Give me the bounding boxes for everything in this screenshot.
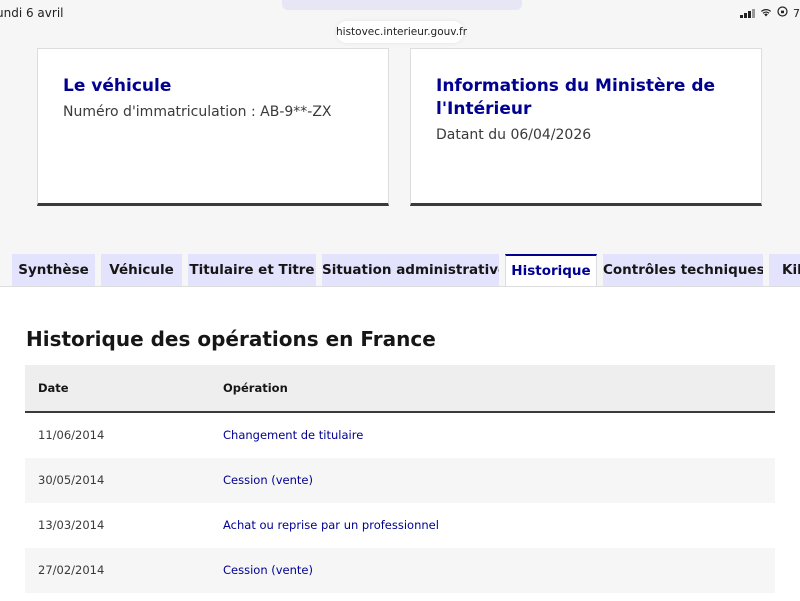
tab-situation-administrative[interactable]: Situation administrative: [322, 254, 499, 286]
table-header: Date Opération: [25, 365, 775, 413]
row-operation: Achat ou reprise par un professionnel: [223, 518, 439, 532]
ministry-card: Informations du Ministère de l'Intérieur…: [410, 48, 762, 206]
column-header-operation: Opération: [223, 381, 288, 395]
wifi-icon: [760, 7, 772, 20]
tab-synthese[interactable]: Synthèse: [12, 254, 95, 286]
ministry-card-title: Informations du Ministère de l'Intérieur: [436, 75, 736, 121]
history-table: Date Opération 11/06/2014 Changement de …: [25, 365, 775, 593]
ministry-title-line-1: Informations du Ministère de: [436, 76, 716, 96]
column-header-date: Date: [38, 381, 69, 395]
battery-level: 7: [793, 6, 800, 20]
tab-kilometrage[interactable]: Kilo: [769, 254, 800, 286]
tab-historique[interactable]: Historique: [505, 254, 597, 287]
ministry-title-line-2: l'Intérieur: [436, 99, 532, 119]
row-date: 27/02/2014: [38, 563, 105, 577]
tab-vehicule[interactable]: Véhicule: [101, 254, 182, 286]
table-row: 11/06/2014 Changement de titulaire: [25, 413, 775, 458]
cellular-signal-icon: [740, 8, 755, 18]
table-row: 27/02/2014 Cession (vente): [25, 548, 775, 593]
tab-titulaire-et-titre[interactable]: Titulaire et Titre: [188, 254, 316, 286]
address-bar[interactable]: histovec.interieur.gouv.fr: [336, 21, 467, 43]
vehicle-card: Le véhicule Numéro d'immatriculation : A…: [37, 48, 389, 206]
row-date: 11/06/2014: [38, 428, 105, 442]
table-row: 30/05/2014 Cession (vente): [25, 458, 775, 503]
ministry-date-text: Datant du 06/04/2026: [436, 127, 592, 143]
browser-tab-strip: [282, 0, 522, 10]
history-panel: Historique des opérations en France Date…: [0, 286, 800, 601]
tab-controles-techniques[interactable]: Contrôles techniques: [603, 254, 763, 286]
history-title: Historique des opérations en France: [26, 327, 436, 351]
row-date: 13/03/2014: [38, 518, 105, 532]
row-operation: Changement de titulaire: [223, 428, 364, 442]
vehicle-card-title: Le véhicule: [63, 76, 172, 96]
status-icons: 7: [740, 6, 800, 20]
status-date: undi 6 avril: [0, 6, 64, 20]
row-date: 30/05/2014: [38, 473, 105, 487]
row-operation: Cession (vente): [223, 563, 313, 577]
screen-lock-icon: [777, 6, 788, 20]
table-row: 13/03/2014 Achat ou reprise par un profe…: [25, 503, 775, 548]
row-operation: Cession (vente): [223, 473, 313, 487]
plate-number-text: Numéro d'immatriculation : AB-9**-ZX: [63, 104, 332, 120]
